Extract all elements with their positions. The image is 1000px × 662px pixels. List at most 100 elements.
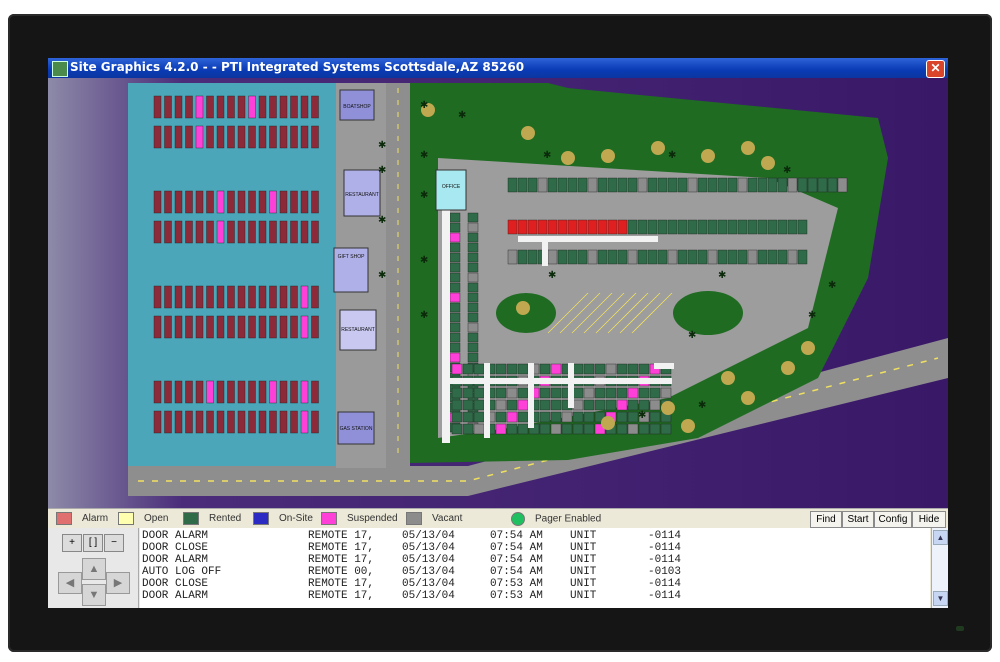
storage-unit bbox=[248, 220, 256, 244]
storage-unit bbox=[185, 220, 193, 244]
storage-unit bbox=[300, 125, 309, 149]
storage-unit bbox=[697, 177, 708, 193]
storage-unit bbox=[206, 190, 214, 214]
storage-unit bbox=[657, 177, 668, 193]
log-event: DOOR ALARM bbox=[142, 554, 209, 566]
find-button[interactable]: Find bbox=[810, 511, 842, 528]
storage-unit bbox=[506, 423, 518, 435]
log-num: -0114 bbox=[648, 590, 682, 602]
log-scrollbar[interactable]: ▲ ▼ bbox=[931, 528, 948, 608]
storage-unit bbox=[216, 410, 225, 434]
legend-suspended: Suspended bbox=[321, 512, 398, 526]
storage-unit bbox=[587, 219, 598, 235]
storage-unit bbox=[473, 411, 485, 423]
log-row[interactable]: DOOR ALARM REMOTE 17, 05/13/04 07:53 AM UNIT… bbox=[140, 590, 930, 602]
storage-unit bbox=[506, 387, 518, 399]
storage-unit bbox=[153, 220, 162, 244]
storage-unit bbox=[627, 177, 638, 193]
storage-unit bbox=[290, 410, 298, 434]
storage-unit bbox=[449, 222, 461, 233]
storage-unit bbox=[269, 190, 277, 214]
storage-unit bbox=[597, 177, 608, 193]
storage-unit bbox=[527, 177, 538, 193]
storage-unit bbox=[248, 285, 256, 309]
storage-unit bbox=[164, 95, 172, 119]
storage-unit bbox=[290, 95, 298, 119]
storage-unit bbox=[248, 315, 256, 339]
legend-onsite: On-Site bbox=[253, 512, 313, 526]
zoom-in-icon[interactable]: + bbox=[62, 534, 82, 552]
title-bar[interactable]: Site Graphics 4.2.0 - - PTI Integrated S… bbox=[48, 58, 948, 78]
storage-unit bbox=[269, 285, 277, 309]
log-row[interactable]: DOOR ALARM REMOTE 17, 05/13/04 07:54 AM UNIT… bbox=[140, 530, 930, 542]
zoom-fit-icon[interactable]: [ ] bbox=[83, 534, 103, 552]
site-map[interactable]: BOATSHOP RESTAURANT GIFT SHOP RESTAURANT… bbox=[48, 78, 948, 508]
storage-unit bbox=[467, 252, 479, 263]
storage-unit bbox=[237, 190, 246, 214]
storage-unit bbox=[185, 380, 193, 404]
storage-unit bbox=[539, 387, 551, 399]
legend-vacant: Vacant bbox=[406, 512, 462, 526]
storage-unit bbox=[677, 249, 688, 265]
storage-unit bbox=[737, 219, 748, 235]
storage-unit bbox=[279, 190, 288, 214]
palm-tree-icon: ✱ bbox=[668, 150, 676, 161]
log-num: -0114 bbox=[648, 530, 682, 542]
storage-unit bbox=[300, 220, 309, 244]
log-source: REMOTE 00, bbox=[308, 566, 375, 578]
log-source: REMOTE 17, bbox=[308, 542, 375, 554]
log-time: 07:54 AM bbox=[490, 554, 543, 566]
storage-unit bbox=[649, 411, 661, 423]
storage-unit bbox=[164, 220, 172, 244]
log-row[interactable]: DOOR CLOSE REMOTE 17, 05/13/04 07:54 AM UNIT… bbox=[140, 542, 930, 554]
palm-tree-icon: ✱ bbox=[828, 280, 836, 291]
gasstation-label: GAS STATION bbox=[340, 426, 373, 432]
start-button[interactable]: Start bbox=[842, 511, 874, 528]
scroll-up-icon[interactable]: ▲ bbox=[933, 530, 948, 545]
storage-unit bbox=[657, 219, 668, 235]
scroll-down-icon[interactable]: ▼ bbox=[933, 591, 948, 606]
pan-down-icon[interactable]: ▼ bbox=[82, 584, 106, 606]
hide-button[interactable]: Hide bbox=[912, 511, 946, 528]
storage-unit bbox=[557, 249, 568, 265]
storage-unit bbox=[300, 190, 309, 214]
config-button[interactable]: Config bbox=[874, 511, 912, 528]
storage-unit bbox=[657, 249, 668, 265]
storage-unit bbox=[506, 363, 518, 375]
storage-unit bbox=[607, 177, 618, 193]
log-row[interactable]: AUTO LOG OFF REMOTE 00, 05/13/04 07:54 AM UN… bbox=[140, 566, 930, 578]
pan-right-icon[interactable]: ▶ bbox=[106, 572, 130, 594]
log-row[interactable]: DOOR ALARM REMOTE 17, 05/13/04 07:54 AM UNIT… bbox=[140, 554, 930, 566]
shrub bbox=[741, 391, 755, 405]
log-row[interactable]: DOOR CLOSE REMOTE 17, 05/13/04 07:53 AM UNIT… bbox=[140, 578, 930, 590]
storage-unit bbox=[449, 292, 461, 303]
storage-unit bbox=[495, 423, 507, 435]
storage-unit bbox=[164, 410, 172, 434]
storage-unit bbox=[627, 249, 638, 265]
palm-tree-icon: ✱ bbox=[638, 410, 646, 421]
storage-unit bbox=[767, 177, 778, 193]
storage-unit bbox=[616, 363, 628, 375]
storage-unit bbox=[467, 222, 479, 233]
storage-unit bbox=[572, 387, 584, 399]
close-button[interactable]: ✕ bbox=[926, 60, 945, 78]
palm-tree-icon: ✱ bbox=[378, 140, 386, 151]
storage-unit bbox=[539, 411, 551, 423]
pan-up-icon[interactable]: ▲ bbox=[82, 558, 106, 580]
shrub bbox=[601, 416, 615, 430]
storage-unit bbox=[311, 410, 319, 434]
palm-tree-icon: ✱ bbox=[420, 150, 428, 161]
event-log[interactable]: DOOR ALARM REMOTE 17, 05/13/04 07:54 AM UNIT… bbox=[140, 528, 930, 608]
storage-unit bbox=[747, 177, 758, 193]
storage-unit bbox=[737, 249, 748, 265]
storage-unit bbox=[195, 285, 204, 309]
storage-unit bbox=[449, 322, 461, 333]
zoom-out-icon[interactable]: − bbox=[104, 534, 124, 552]
pan-left-icon[interactable]: ◀ bbox=[58, 572, 82, 594]
storage-unit bbox=[174, 220, 183, 244]
storage-unit bbox=[527, 249, 538, 265]
palm-tree-icon: ✱ bbox=[420, 310, 428, 321]
restaurant-label-2: RESTAURANT bbox=[341, 327, 375, 333]
storage-unit bbox=[290, 380, 298, 404]
log-date: 05/13/04 bbox=[402, 566, 455, 578]
